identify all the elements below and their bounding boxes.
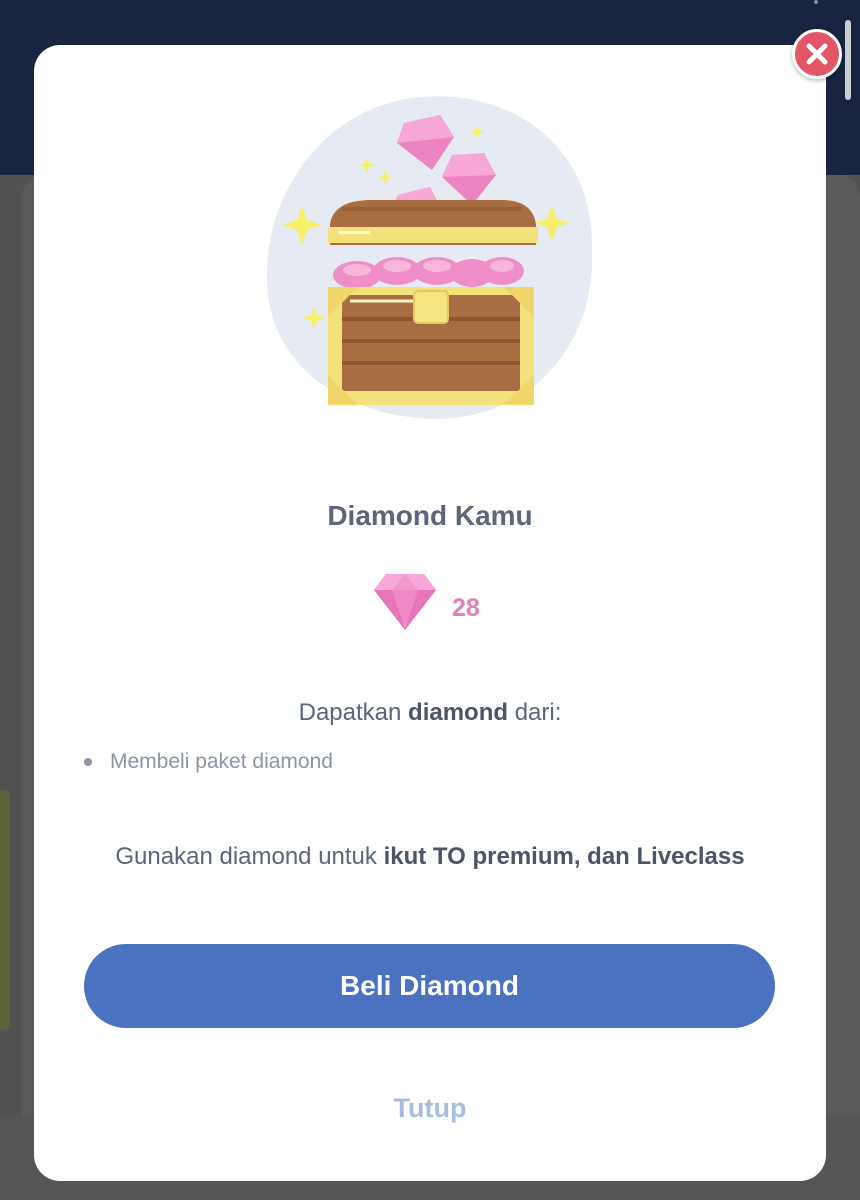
close-icon [806, 43, 828, 65]
earn-list: Membeli paket diamond [84, 750, 333, 774]
earn-item-label: Membeli paket diamond [110, 750, 333, 773]
list-item: Membeli paket diamond [84, 750, 333, 774]
diamond-balance: 28 [372, 570, 480, 634]
close-modal-button[interactable] [792, 29, 842, 79]
modal-title: Diamond Kamu [327, 500, 533, 531]
scroll-indicator [814, 0, 818, 4]
diamond-icon [374, 574, 436, 630]
earn-heading: Dapatkan diamond dari: [298, 699, 562, 726]
close-link[interactable]: Tutup [34, 1093, 826, 1124]
scrollbar[interactable] [845, 20, 851, 100]
usage-info: Gunakan diamond untuk ikut TO premium, d… [115, 843, 745, 870]
bullet-icon [84, 758, 92, 766]
treasure-chest-illustration [266, 96, 593, 420]
background-card-edge [0, 790, 10, 1030]
buy-diamond-button[interactable]: Beli Diamond [84, 944, 775, 1028]
diamond-count: 28 [452, 593, 480, 622]
